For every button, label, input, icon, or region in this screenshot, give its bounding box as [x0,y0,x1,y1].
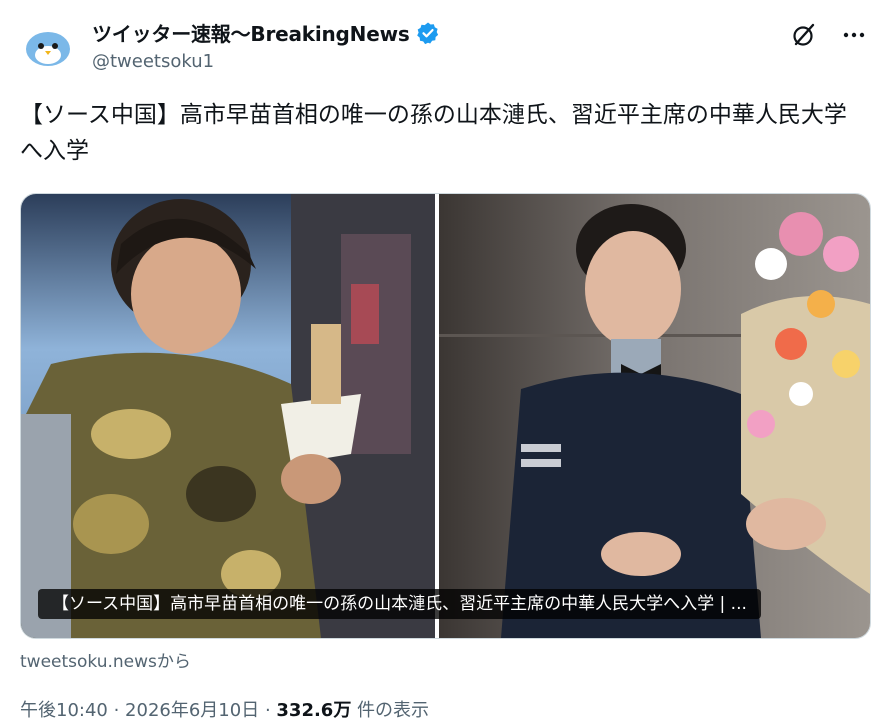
view-count: 332.6万 [276,700,352,721]
author-row: ツイッター速報〜BreakingNews [92,18,440,47]
bird-mascot-icon [20,19,76,75]
link-card-image[interactable]: 【ソース中国】高市早苗首相の唯一の孫の山本漣氏、習近平主席の中華人民大学へ入学 … [20,193,871,639]
grok-icon [793,23,815,46]
tweet-meta: 午後10:40 · 2026年6月10日 · 332.6万 件の表示 [20,696,429,722]
left-photo [21,194,437,638]
meta-separator: · [259,700,277,721]
more-icon [843,32,865,38]
photo-collage [21,194,870,638]
header-actions [789,20,869,50]
handle[interactable]: @tweetsoku1 [92,51,214,72]
grok-button[interactable] [789,20,819,50]
card-caption: 【ソース中国】高市早苗首相の唯一の孫の山本漣氏、習近平主席の中華人民大学へ入学 … [38,589,761,619]
avatar[interactable] [20,19,76,75]
tweet-time[interactable]: 午後10:40 [20,700,108,721]
meta-separator: · [107,700,126,721]
tweet-text: 【ソース中国】高市早苗首相の唯一の孫の山本漣氏、習近平主席の中華人民大学へ入学 [20,102,847,164]
more-button[interactable] [839,20,869,50]
tweet-date[interactable]: 2026年6月10日 [125,700,259,721]
verified-badge-icon [416,22,438,44]
display-name[interactable]: ツイッター速報〜BreakingNews [92,18,410,47]
card-source-link[interactable]: tweetsoku.newsから [20,647,191,672]
view-count-label: 件の表示 [351,700,430,721]
right-photo [439,194,870,638]
